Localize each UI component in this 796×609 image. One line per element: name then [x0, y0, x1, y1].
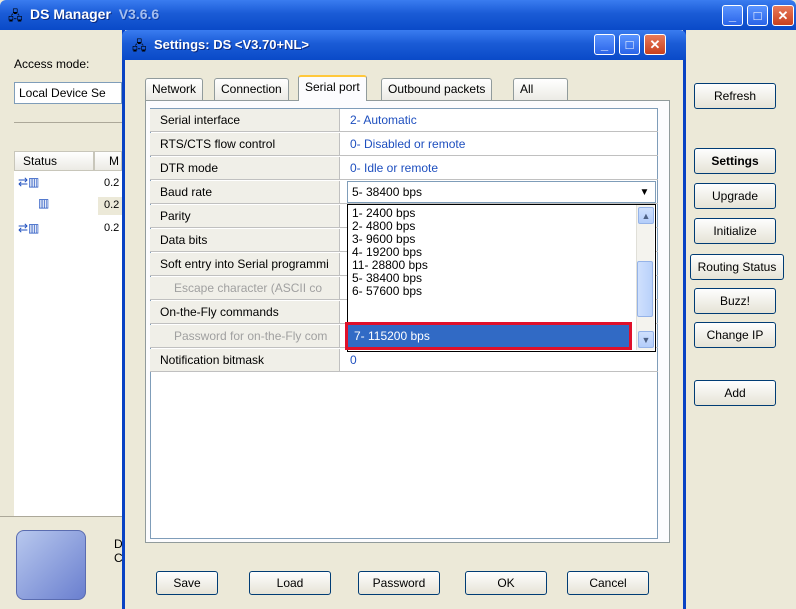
- setting-value[interactable]: 0: [350, 353, 357, 367]
- chevron-down-icon[interactable]: ▼: [636, 184, 653, 201]
- tab-connection[interactable]: Connection: [214, 78, 289, 100]
- access-mode-select[interactable]: Local Device Se: [14, 82, 122, 104]
- highlight-outline: [345, 322, 632, 350]
- setting-value[interactable]: 0- Disabled or remote: [350, 137, 465, 151]
- list-header-mac[interactable]: M: [94, 151, 122, 171]
- app-icon: 🖧: [132, 38, 147, 53]
- access-mode-label: Access mode:: [14, 57, 90, 71]
- setting-value[interactable]: 0- Idle or remote: [350, 161, 438, 175]
- maximize-icon[interactable]: □: [619, 34, 640, 55]
- tab-all[interactable]: All: [513, 78, 568, 100]
- initialize-button[interactable]: Initialize: [694, 218, 776, 244]
- tab-serial-port[interactable]: Serial port: [298, 75, 367, 101]
- setting-name: Data bits: [150, 229, 340, 251]
- minimize-icon[interactable]: _: [722, 5, 743, 26]
- scroll-up-icon[interactable]: ▲: [638, 207, 654, 224]
- device-status-icon: ⇄▥: [18, 175, 40, 189]
- load-button[interactable]: Load: [249, 571, 331, 595]
- scrollbar-thumb[interactable]: [637, 261, 653, 317]
- baud-rate-selected: 5- 38400 bps: [352, 185, 423, 199]
- save-button[interactable]: Save: [156, 571, 218, 595]
- device-image-icon: [16, 530, 86, 600]
- list-header-status[interactable]: Status: [14, 151, 94, 171]
- list-item[interactable]: 0.2: [104, 177, 119, 189]
- settings-title: Settings: DS <V3.70+NL>: [154, 37, 309, 52]
- setting-name: Serial interface: [150, 109, 340, 131]
- setting-name: Escape character (ASCII co: [150, 277, 340, 299]
- refresh-button[interactable]: Refresh: [694, 83, 776, 109]
- add-button[interactable]: Add: [694, 380, 776, 406]
- main-title-bar[interactable]: 🖧 DS Manager V3.6.6 _ □ ✕: [0, 0, 796, 30]
- setting-name: Parity: [150, 205, 340, 227]
- change-ip-button[interactable]: Change IP: [694, 322, 776, 348]
- settings-button[interactable]: Settings: [694, 148, 776, 174]
- routing-status-button[interactable]: Routing Status: [690, 254, 784, 280]
- cancel-button[interactable]: Cancel: [567, 571, 649, 595]
- scroll-down-icon[interactable]: ▼: [638, 331, 654, 348]
- device-status-icon: ⇄▥: [18, 221, 40, 235]
- app-icon: 🖧: [8, 8, 23, 23]
- divider: [14, 122, 122, 123]
- buzz-button[interactable]: Buzz!: [694, 288, 776, 314]
- settings-row[interactable]: RTS/CTS flow control 0- Disabled or remot…: [150, 133, 658, 156]
- minimize-icon[interactable]: _: [594, 34, 615, 55]
- settings-title-bar[interactable]: 🖧 Settings: DS <V3.70+NL> _ □ ✕: [122, 30, 686, 60]
- tab-outbound-packets[interactable]: Outbound packets: [381, 78, 493, 100]
- list-item[interactable]: 0.2: [104, 222, 119, 234]
- list-item[interactable]: 0.2: [104, 199, 119, 211]
- password-button[interactable]: Password: [358, 571, 440, 595]
- close-icon[interactable]: ✕: [644, 34, 666, 55]
- settings-row[interactable]: Serial interface 2- Automatic: [150, 109, 658, 132]
- setting-name: Baud rate: [150, 181, 340, 203]
- setting-value[interactable]: 2- Automatic: [350, 113, 417, 127]
- close-icon[interactable]: ✕: [772, 5, 794, 26]
- upgrade-button[interactable]: Upgrade: [694, 183, 776, 209]
- device-status-icon: ▥: [38, 196, 50, 210]
- setting-name: Notification bitmask: [150, 349, 340, 371]
- settings-row[interactable]: DTR mode 0- Idle or remote: [150, 157, 658, 180]
- setting-name: Password for on-the-Fly com: [150, 325, 340, 347]
- tab-network[interactable]: Network: [145, 78, 204, 100]
- ok-button[interactable]: OK: [465, 571, 547, 595]
- baud-rate-option[interactable]: 6- 57600 bps: [352, 285, 422, 298]
- settings-row[interactable]: Notification bitmask 0: [150, 349, 658, 372]
- setting-name: On-the-Fly commands: [150, 301, 340, 323]
- right-panel: [690, 30, 796, 609]
- main-window-title: DS Manager V3.6.6: [30, 6, 160, 22]
- setting-name: RTS/CTS flow control: [150, 133, 340, 155]
- maximize-icon[interactable]: □: [747, 5, 768, 26]
- setting-name: Soft entry into Serial programmi: [150, 253, 340, 275]
- setting-name: DTR mode: [150, 157, 340, 179]
